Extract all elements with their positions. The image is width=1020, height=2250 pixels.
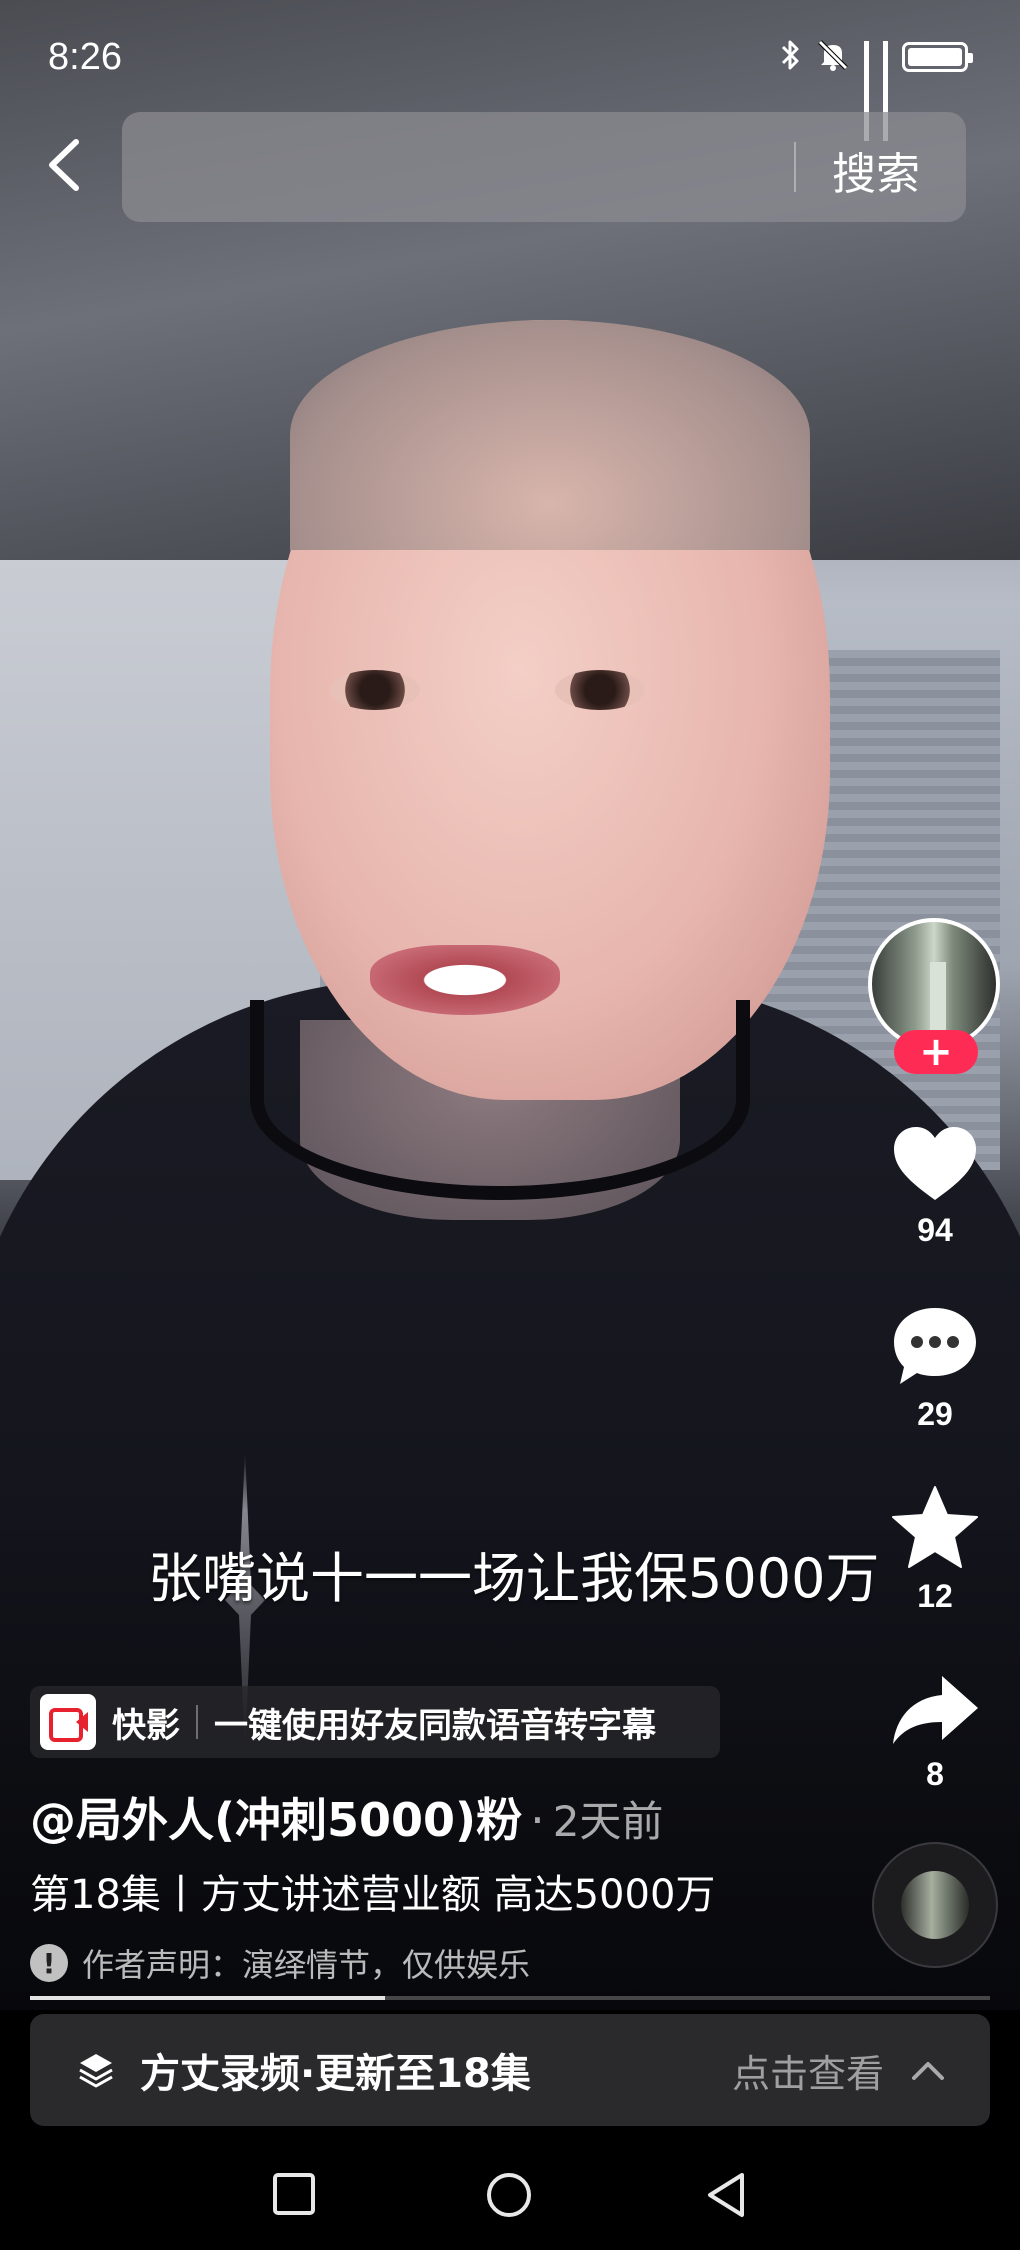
favorite-count: 12 <box>917 1578 953 1614</box>
video-progress-fill <box>30 1996 386 2000</box>
meta-separator: · <box>530 1793 545 1847</box>
promo-text: 一键使用好友同款语音转字幕 <box>214 1705 656 1746</box>
promo-chip[interactable]: 快影 一键使用好友同款语音转字幕 <box>30 1686 720 1758</box>
kuaiying-logo-icon <box>40 1694 96 1750</box>
status-time: 8:26 <box>48 36 122 78</box>
promo-divider <box>196 1705 198 1739</box>
battery-charging-icon <box>902 42 973 72</box>
video-collar <box>250 1000 750 1200</box>
series-bar[interactable]: 方丈录频·更新至18集 点击查看 <box>30 2014 990 2126</box>
comment-button[interactable]: 29 <box>880 1304 990 1433</box>
layers-icon <box>79 2054 113 2088</box>
comment-count: 29 <box>917 1396 953 1432</box>
follow-button[interactable]: + <box>894 1030 978 1074</box>
signal-icon <box>883 41 888 141</box>
star-icon <box>892 1486 978 1568</box>
like-button[interactable]: 94 <box>880 1124 990 1249</box>
search-button[interactable]: 搜索 <box>832 138 920 202</box>
favorite-button[interactable]: 12 <box>880 1484 990 1615</box>
post-time: 2天前 <box>552 1797 664 1846</box>
signal-icon <box>864 41 869 141</box>
status-icons <box>780 38 973 141</box>
home-icon[interactable] <box>484 2170 534 2220</box>
post-caption[interactable]: 第18集丨方丈讲述营业额 高达5000万 <box>30 1862 715 1920</box>
mute-icon <box>816 38 850 76</box>
share-arrow-icon <box>893 1676 978 1744</box>
back-triangle-icon[interactable] <box>702 2170 750 2220</box>
author-name[interactable]: @局外人(冲刺5000)粉 <box>30 1793 522 1847</box>
system-nav-bar <box>0 2140 1020 2250</box>
chevron-up-icon[interactable] <box>906 2048 950 2092</box>
recents-icon[interactable] <box>270 2170 318 2218</box>
like-count: 94 <box>917 1212 953 1248</box>
bluetooth-icon <box>780 38 802 76</box>
share-count: 8 <box>926 1756 944 1792</box>
video-eye <box>555 670 645 710</box>
search-bar[interactable]: 搜索 <box>122 112 966 222</box>
comment-icon <box>894 1308 976 1384</box>
post-meta: @局外人(冲刺5000)粉 · 2天前 <box>30 1784 663 1850</box>
video-scalp <box>290 320 810 550</box>
video-progress-bar[interactable] <box>30 1996 990 2000</box>
disclaimer-text: 作者声明：演绎情节，仅供娱乐 <box>82 1946 531 1984</box>
heart-icon <box>894 1127 976 1200</box>
alert-icon: ! <box>30 1944 68 1982</box>
chevron-left-icon <box>49 139 79 191</box>
search-divider <box>794 142 796 192</box>
back-button[interactable] <box>36 130 96 200</box>
promo-brand: 快影 <box>112 1705 180 1746</box>
author-disclaimer: ! 作者声明：演绎情节，仅供娱乐 <box>30 1940 530 1986</box>
status-bar: 8:26 <box>0 0 1020 141</box>
video-eye <box>330 670 420 710</box>
music-disc[interactable] <box>872 1842 998 1968</box>
video-subtitle: 张嘴说十一一场让我保5000万 <box>148 1547 880 1610</box>
series-view-link[interactable]: 点击查看 <box>732 2043 884 2098</box>
share-button[interactable]: 8 <box>880 1672 990 1793</box>
series-title: 方丈录频·更新至18集 <box>140 2051 531 2097</box>
